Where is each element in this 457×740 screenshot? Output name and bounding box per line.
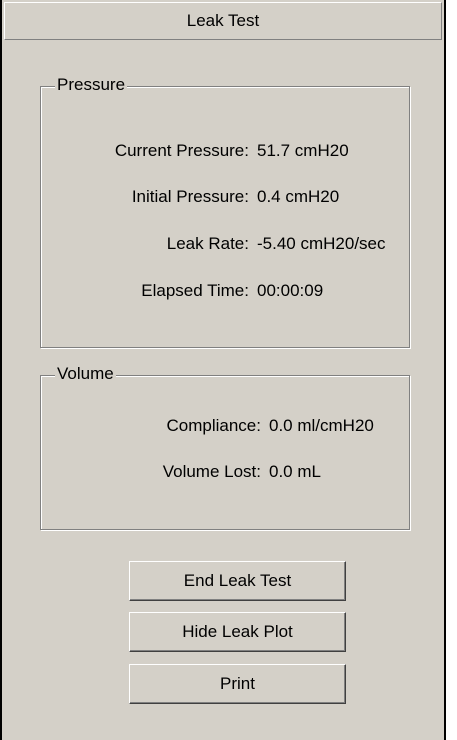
elapsed-time-value: 00:00:09 <box>257 281 324 300</box>
leak-test-panel: Leak Test Pressure Current Pressure: 51.… <box>0 0 446 740</box>
compliance-value: 0.0 ml/cmH20 <box>269 416 374 435</box>
current-pressure-label: Current Pressure: <box>114 141 249 160</box>
current-pressure-value: 51.7 cmH20 <box>257 141 349 160</box>
volume-lost-row: Volume Lost: 0.0 mL <box>41 460 409 484</box>
volume-lost-label: Volume Lost: <box>162 462 261 481</box>
end-leak-test-button[interactable]: End Leak Test <box>129 561 346 601</box>
panel-title: Leak Test <box>4 2 442 40</box>
initial-pressure-label: Initial Pressure: <box>131 187 249 206</box>
hide-leak-plot-button[interactable]: Hide Leak Plot <box>129 612 346 652</box>
elapsed-time-label: Elapsed Time: <box>141 281 249 300</box>
leak-rate-value: -5.40 cmH20/sec <box>257 234 386 253</box>
leak-rate-label: Leak Rate: <box>166 234 249 253</box>
elapsed-time-row: Elapsed Time: 00:00:09 <box>41 279 409 303</box>
initial-pressure-value: 0.4 cmH20 <box>257 187 340 206</box>
current-pressure-row: Current Pressure: 51.7 cmH20 <box>41 139 409 163</box>
pressure-groupbox: Pressure Current Pressure: 51.7 cmH20 In… <box>40 75 410 348</box>
volume-groupbox: Volume Compliance: 0.0 ml/cmH20 Volume L… <box>40 364 410 530</box>
volume-legend: Volume <box>55 364 116 384</box>
leak-rate-row: Leak Rate: -5.40 cmH20/sec <box>41 232 409 256</box>
initial-pressure-row: Initial Pressure: 0.4 cmH20 <box>41 185 409 209</box>
print-button[interactable]: Print <box>129 664 346 704</box>
volume-lost-value: 0.0 mL <box>269 462 321 481</box>
compliance-label: Compliance: <box>166 416 262 435</box>
compliance-row: Compliance: 0.0 ml/cmH20 <box>41 414 409 438</box>
pressure-legend: Pressure <box>55 75 128 95</box>
